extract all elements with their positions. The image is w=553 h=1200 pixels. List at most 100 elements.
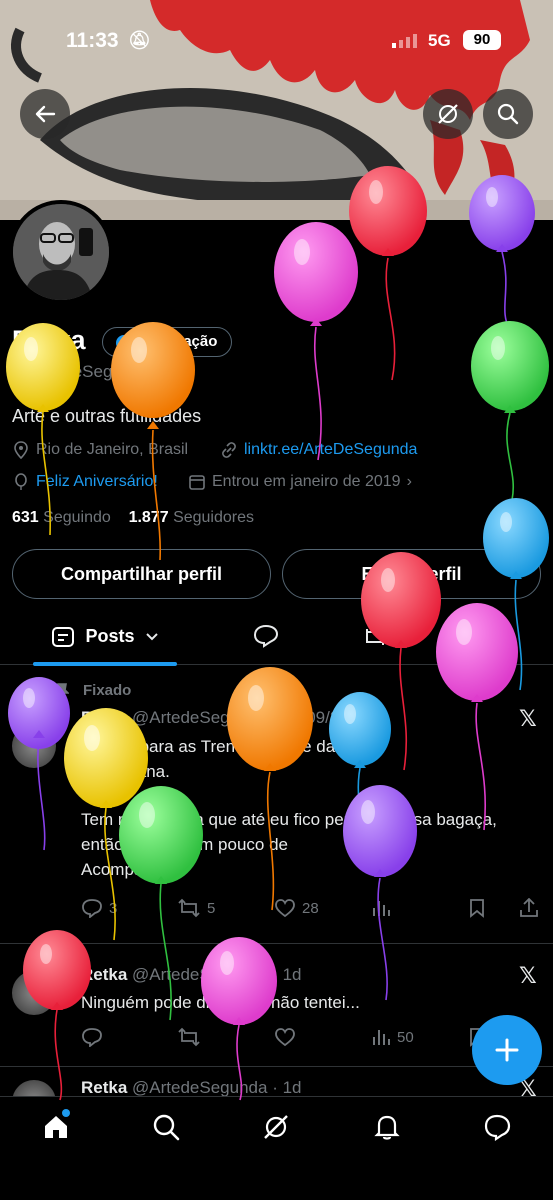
bookmark-icon [470,899,484,918]
birthday-text: Feliz Aniversário! [36,473,158,490]
x-logo-icon: 𝕏 [519,963,537,988]
back-arrow-icon [35,105,56,123]
repost-count: 5 [207,899,216,917]
following-label: Seguindo [43,509,111,526]
bottom-navigation [0,1096,553,1200]
post-date: 1d [282,965,302,984]
post[interactable]: Retka @ArtedeSegunda · 1d 𝕏 Ninguém pode… [0,945,553,1067]
profile-bio: Arte e outras futilidades [12,406,202,426]
post-text: Ninguém pode dizer que não tentei... [81,993,360,1012]
post-date: 1d [282,1078,302,1097]
repost-icon [178,1027,200,1047]
reply-button[interactable]: 3 [81,898,117,918]
post-handle: @ArtedeSegunda [132,1078,268,1097]
avatar[interactable] [9,200,113,304]
post-header: Retka @ArtedeSegunda · 1d [81,965,302,984]
heart-icon [275,899,295,918]
link-icon [222,442,236,458]
profile-joined[interactable]: Entrou em janeiro de 2019 › [188,473,412,491]
followers-count: 1.877 [128,509,169,526]
calendar-icon [189,475,205,490]
compose-button[interactable] [472,1015,542,1085]
like-count: 28 [302,899,319,917]
views-button[interactable]: 50 [371,1027,414,1047]
nav-home[interactable] [42,1109,70,1141]
reply-count: 3 [109,899,118,917]
profile-link[interactable]: linktr.ee/ArteDeSegunda [220,441,417,459]
pin-icon [55,682,69,698]
nav-notifications[interactable] [373,1113,401,1141]
tab-posts[interactable]: Posts [33,608,177,666]
share-profile-button[interactable]: Compartilhar perfil [12,549,271,599]
x-logo-icon: 𝕏 [519,706,537,731]
post-avatar[interactable] [12,971,56,1015]
post-text-line: Tem muita coisa que até eu fico perdido … [81,810,497,829]
share-icon [520,898,538,917]
grok-icon [438,104,458,124]
chevron-down-icon [145,632,158,640]
status-time: 11:33 [66,29,119,52]
repost-tab-icon [366,629,384,645]
nav-search[interactable] [152,1113,180,1141]
battery-indicator: 90 [463,30,501,50]
get-verified-button[interactable]: verificação [102,327,233,357]
grok-button[interactable] [423,89,473,139]
like-button[interactable]: 28 [274,898,319,918]
followers-label: Seguidores [173,509,255,526]
following-link[interactable]: 631 Seguindo [12,509,111,526]
nav-grok[interactable] [262,1113,290,1141]
repost-button[interactable]: 5 [177,898,215,918]
repost-button[interactable] [177,1027,201,1047]
pinned-post[interactable]: Fixado Retka @ArtedeSegunda · 24/09/2020… [0,666,553,944]
notification-dot [62,1109,70,1117]
edit-profile-button[interactable]: Editar perfil [282,549,541,599]
post-header: Retka @ArtedeSegunda · 1d [81,1078,302,1097]
bookmark-button[interactable] [468,898,486,918]
like-button[interactable] [274,1027,296,1047]
follow-counts: 631 Seguindo 1.877 Seguidores [12,509,254,527]
link-text[interactable]: linktr.ee/ArteDeSegunda [244,441,417,459]
views-icon [373,901,390,916]
compose-icon [495,1038,519,1062]
heart-icon [275,1028,295,1047]
location-pin-icon [14,441,28,459]
search-icon [497,103,519,125]
post[interactable]: Retka @ArtedeSegunda · 1d 𝕏 [0,1068,553,1124]
reply-icon [82,899,102,918]
tab-media[interactable] [363,626,387,648]
chevron-right-icon: › [406,473,412,490]
tab-replies[interactable] [253,624,279,648]
profile-location: Rio de Janeiro, Brasil [12,441,188,459]
back-button[interactable] [20,89,70,139]
post-text: Thread para as Trends de Arte daqui na s… [81,734,541,882]
get-verified-label: verificação [139,333,218,350]
followers-link[interactable]: 1.877 Seguidores [129,509,254,526]
views-button[interactable] [371,898,391,918]
search-button[interactable] [483,89,533,139]
messages-icon [484,1114,511,1141]
post-author[interactable]: Retka [81,1078,127,1097]
views-count: 50 [397,1028,414,1046]
profile-name: Retka [12,325,86,355]
home-icon [45,1116,67,1138]
search-icon [153,1114,180,1141]
views-icon [373,1030,390,1045]
post-author[interactable]: Retka [81,708,127,727]
signal-icon [392,34,420,48]
pinned-label: Fixado [83,682,132,699]
share-button[interactable] [519,898,539,918]
verified-badge-icon [115,334,133,352]
profile-birthday: Feliz Aniversário! [12,473,158,491]
post-text-line: então vou pôr um pouco de [81,835,288,854]
grok-icon [264,1115,288,1139]
nav-messages[interactable] [483,1113,511,1141]
tab-posts-label: Posts [85,626,135,646]
reply-button[interactable] [81,1027,103,1047]
reply-tab-icon [253,624,279,648]
post-author[interactable]: Retka [81,965,127,984]
post-avatar[interactable] [12,724,56,768]
notifications-icon [374,1115,400,1140]
following-count: 631 [12,509,39,526]
avatar-photo [13,204,109,300]
post-header: Retka @ArtedeSegunda · 24/09/2020 [81,708,368,727]
